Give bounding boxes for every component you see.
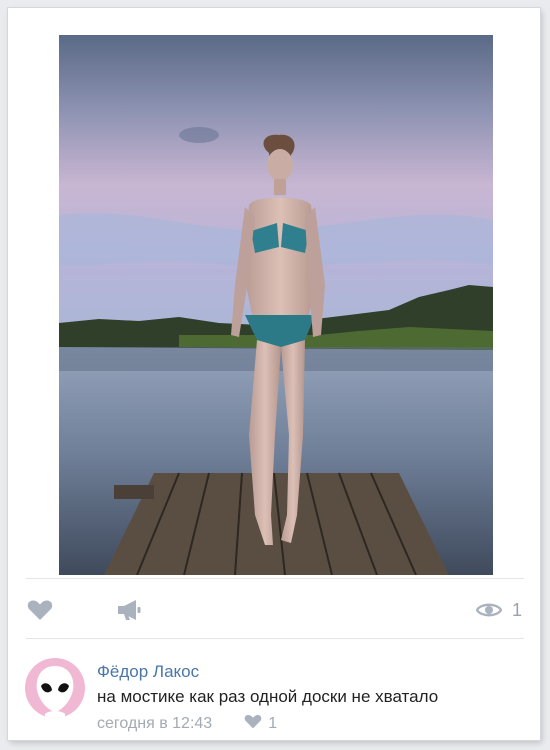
comment-like-button[interactable]: 1 [238, 714, 277, 734]
photo-image [59, 35, 493, 575]
comment: Фёдор Лакос на мостике как раз одной дос… [8, 648, 540, 740]
comment-like-count: 1 [268, 715, 278, 732]
post-photo[interactable] [59, 35, 493, 575]
alien-avatar-icon [25, 658, 85, 718]
comment-text: на мостике как раз одной доски не хватал… [97, 687, 439, 706]
share-button[interactable] [116, 598, 142, 622]
megaphone-icon [116, 599, 142, 621]
post-card: 1 Фёдор Лакос на мостике как раз одной д… [8, 8, 540, 740]
eye-icon [476, 601, 502, 619]
like-button[interactable] [27, 598, 53, 622]
comment-author[interactable]: Фёдор Лакос [97, 662, 199, 682]
avatar[interactable] [25, 658, 85, 718]
views-count: 1 [512, 599, 523, 620]
comment-time[interactable]: сегодня в 12:43 [97, 715, 212, 733]
actions-divider-bottom [26, 638, 524, 639]
small-heart-icon [244, 714, 262, 734]
heart-icon [27, 599, 53, 621]
post-actions: 1 [8, 586, 540, 636]
views-indicator: 1 [476, 598, 522, 622]
comment-meta: сегодня в 12:43 1 [97, 714, 277, 734]
actions-divider-top [26, 578, 524, 579]
